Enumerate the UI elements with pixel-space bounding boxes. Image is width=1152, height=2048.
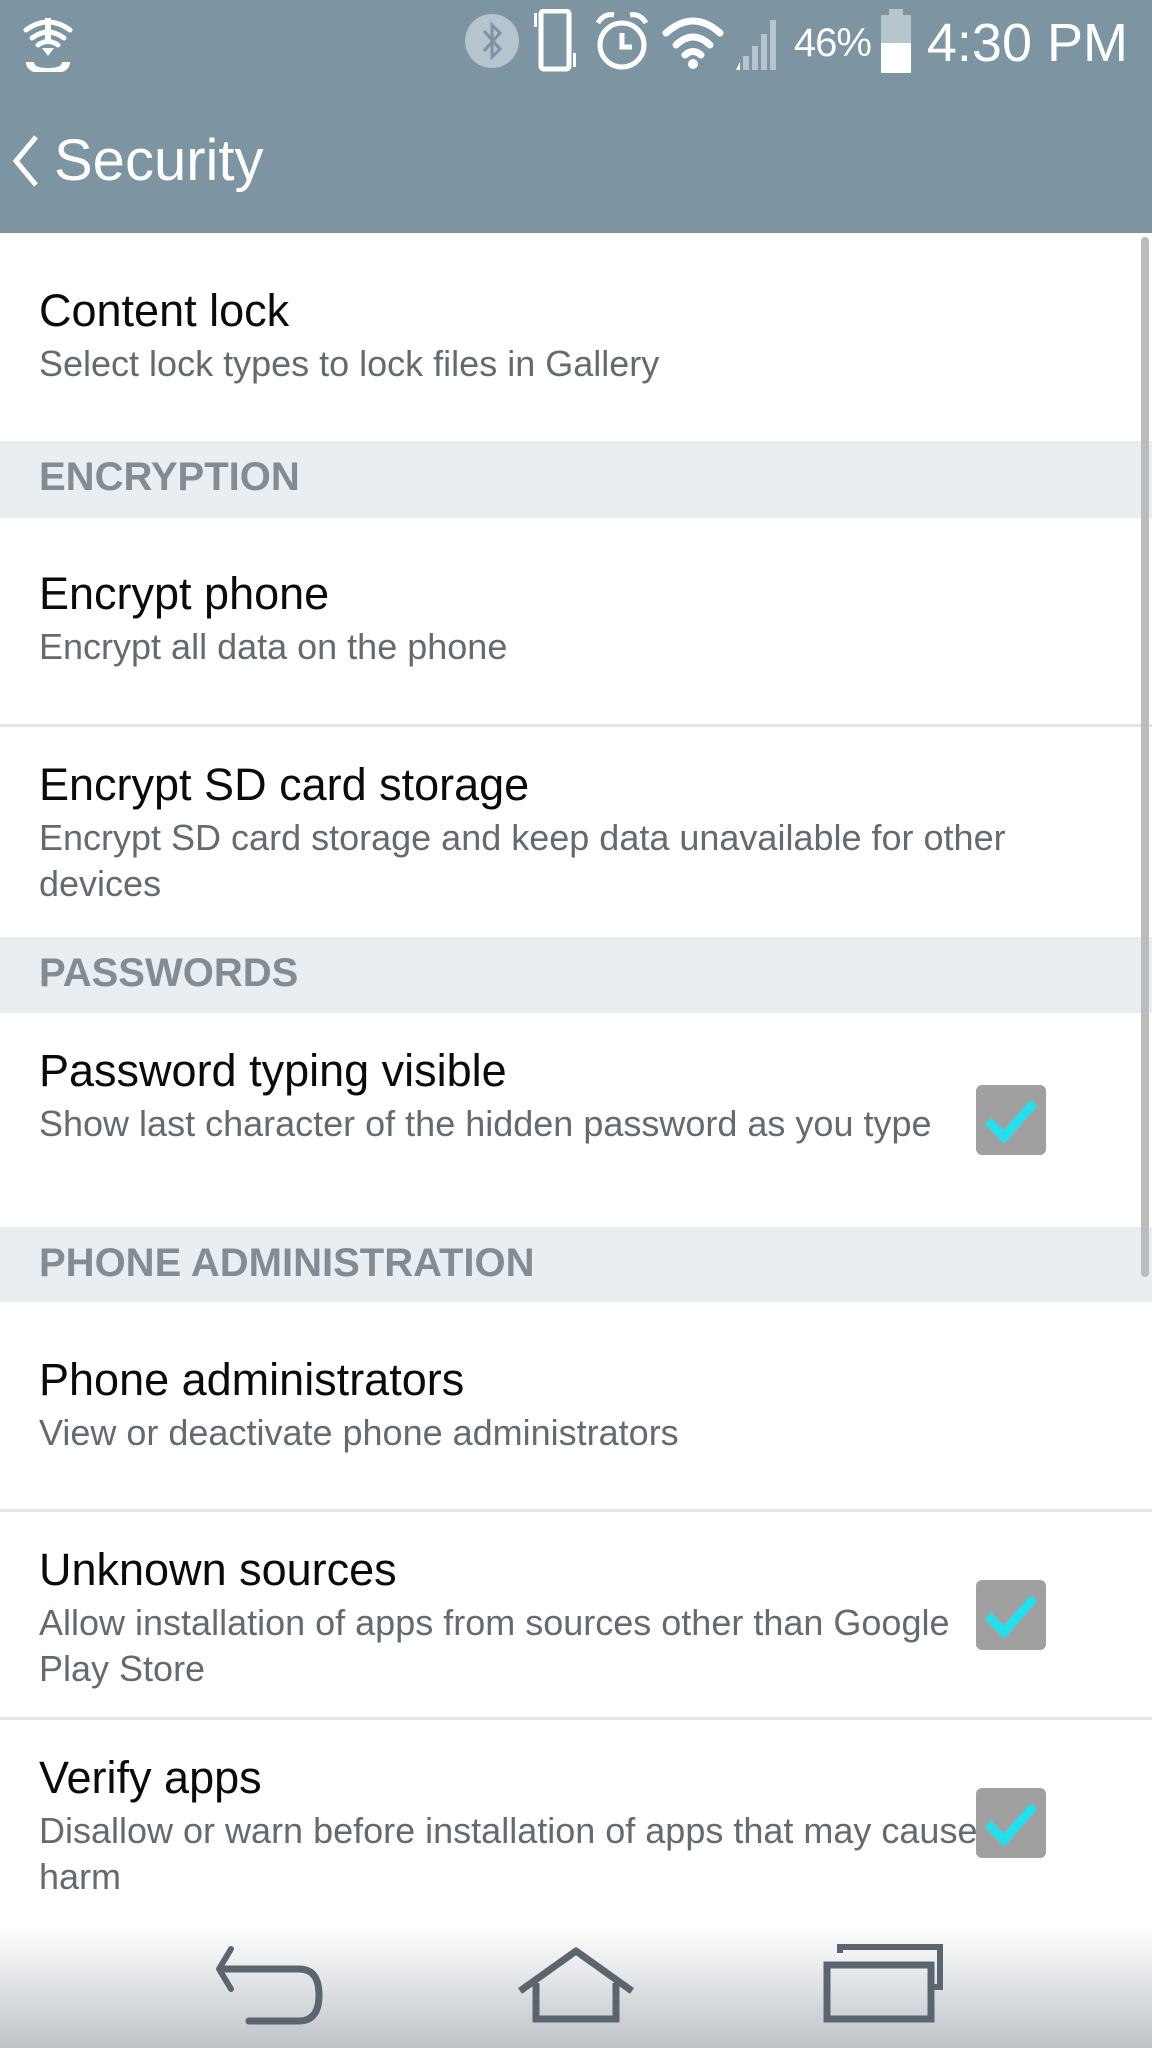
list-item-phone-administrators[interactable]: Phone administrators View or deactivate … — [0, 1302, 1152, 1512]
status-icons: 46% 4:30 PM — [464, 8, 1128, 78]
password-visible-checkbox[interactable] — [976, 1085, 1046, 1155]
section-header-phone-administration: PHONE ADMINISTRATION — [0, 1227, 1152, 1302]
battery-icon — [880, 8, 911, 78]
item-subtitle: Allow installation of apps from sources … — [39, 1602, 950, 1689]
clock: 4:30 PM — [926, 13, 1128, 73]
list-item-content-lock[interactable]: Content lock Select lock types to lock f… — [0, 233, 1152, 441]
item-title: Phone administrators — [39, 1354, 465, 1405]
top-header: 46% 4:30 PM Security — [0, 0, 1152, 233]
item-title: Content lock — [39, 285, 290, 336]
nav-back-button[interactable] — [195, 1943, 335, 2033]
item-title: Encrypt phone — [39, 568, 330, 619]
list-item-password-visible[interactable]: Password typing visible Show last charac… — [0, 1013, 1152, 1227]
section-header-passwords: PASSWORDS — [0, 937, 1152, 1013]
section-label: PASSWORDS — [39, 951, 299, 995]
nav-recent-apps-button[interactable] — [818, 1943, 958, 2033]
item-subtitle: Disallow or warn before installation of … — [39, 1810, 978, 1897]
section-label: ENCRYPTION — [39, 455, 300, 499]
item-title: Verify apps — [39, 1752, 262, 1803]
vibrate-icon — [530, 8, 582, 78]
item-subtitle: Encrypt SD card storage and keep data un… — [39, 817, 1006, 904]
section-header-encryption: ENCRYPTION — [0, 441, 1152, 518]
home-icon — [517, 1947, 635, 2023]
app-bar: Security — [0, 100, 264, 220]
item-subtitle: Show last character of the hidden passwo… — [39, 1103, 932, 1144]
item-subtitle: Select lock types to lock files in Galle… — [39, 343, 660, 384]
battery-percent: 46% — [793, 20, 872, 65]
wifi-icon — [662, 13, 724, 74]
item-title: Unknown sources — [39, 1544, 397, 1595]
signal-icon — [734, 10, 784, 77]
recent-apps-icon — [823, 1944, 943, 2023]
page-title: Security — [54, 127, 264, 193]
navigation-bar — [0, 1925, 1152, 2048]
back-icon — [216, 1946, 323, 2025]
nav-home-button[interactable] — [506, 1943, 646, 2033]
bluetooth-icon — [464, 13, 520, 74]
list-item-unknown-sources[interactable]: Unknown sources Allow installation of ap… — [0, 1512, 1152, 1720]
wifi-call-icon — [18, 12, 78, 74]
checkmark-icon — [984, 1595, 1038, 1639]
checkmark-icon — [984, 1100, 1038, 1144]
list-item-encrypt-phone[interactable]: Encrypt phone Encrypt all data on the ph… — [0, 518, 1152, 727]
settings-list: Content lock Select lock types to lock f… — [0, 233, 1152, 1925]
checkmark-icon — [984, 1803, 1038, 1847]
alarm-icon — [592, 9, 652, 78]
chevron-left-icon[interactable] — [6, 125, 54, 195]
list-item-verify-apps[interactable]: Verify apps Disallow or warn before inst… — [0, 1720, 1152, 1925]
item-subtitle: Encrypt all data on the phone — [39, 626, 508, 667]
unknown-sources-checkbox[interactable] — [976, 1580, 1046, 1650]
list-item-encrypt-sd[interactable]: Encrypt SD card storage Encrypt SD card … — [0, 727, 1152, 937]
status-bar: 46% 4:30 PM — [0, 0, 1152, 85]
scrollbar[interactable] — [1141, 237, 1149, 1277]
verify-apps-checkbox[interactable] — [976, 1788, 1046, 1858]
item-title: Password typing visible — [39, 1045, 507, 1096]
item-subtitle: View or deactivate phone administrators — [39, 1412, 679, 1453]
item-title: Encrypt SD card storage — [39, 759, 530, 810]
section-label: PHONE ADMINISTRATION — [39, 1241, 535, 1285]
